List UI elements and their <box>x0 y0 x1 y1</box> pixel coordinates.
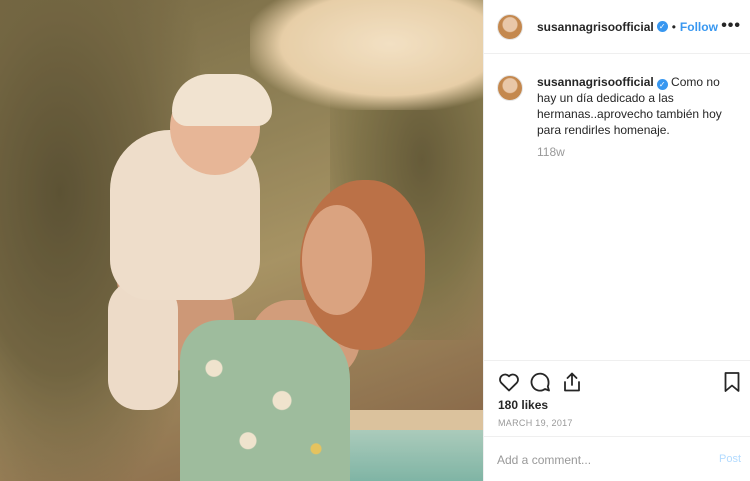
caption-username[interactable]: susannagrisoofficial <box>537 75 654 89</box>
likes-count[interactable]: 180 likes <box>498 398 548 412</box>
action-icons <box>497 370 742 394</box>
separator-dot: • <box>671 19 676 34</box>
verified-badge-icon: ✓ <box>656 79 668 90</box>
post-caption: susannagrisoofficial ✓ Como no hay un día… <box>497 74 742 138</box>
comment-bar: Post <box>484 436 750 481</box>
heart-icon[interactable] <box>497 370 521 394</box>
caption-avatar[interactable] <box>497 75 523 101</box>
username-link[interactable]: susannagrisoofficial <box>537 20 654 34</box>
comment-icon[interactable] <box>528 370 552 394</box>
more-options-icon[interactable]: ••• <box>721 17 741 35</box>
comment-input[interactable] <box>497 451 697 469</box>
follow-button[interactable]: Follow <box>680 20 718 34</box>
verified-badge-icon: ✓ <box>656 21 668 32</box>
user-avatar[interactable] <box>497 13 523 40</box>
actions-divider <box>484 360 750 361</box>
post-photo[interactable] <box>0 0 483 481</box>
caption-time-ago[interactable]: 118w <box>537 145 565 159</box>
caption-text-block: susannagrisoofficial ✓ Como no hay un día… <box>537 74 742 138</box>
post-date[interactable]: MARCH 19, 2017 <box>498 418 573 428</box>
bookmark-icon[interactable] <box>720 370 744 394</box>
post-sidebar: susannagrisoofficial ✓ • Follow ••• susa… <box>483 0 750 481</box>
share-icon[interactable] <box>560 370 584 394</box>
post-header: susannagrisoofficial ✓ • Follow ••• <box>484 0 750 54</box>
post-comment-button[interactable]: Post <box>719 453 741 465</box>
